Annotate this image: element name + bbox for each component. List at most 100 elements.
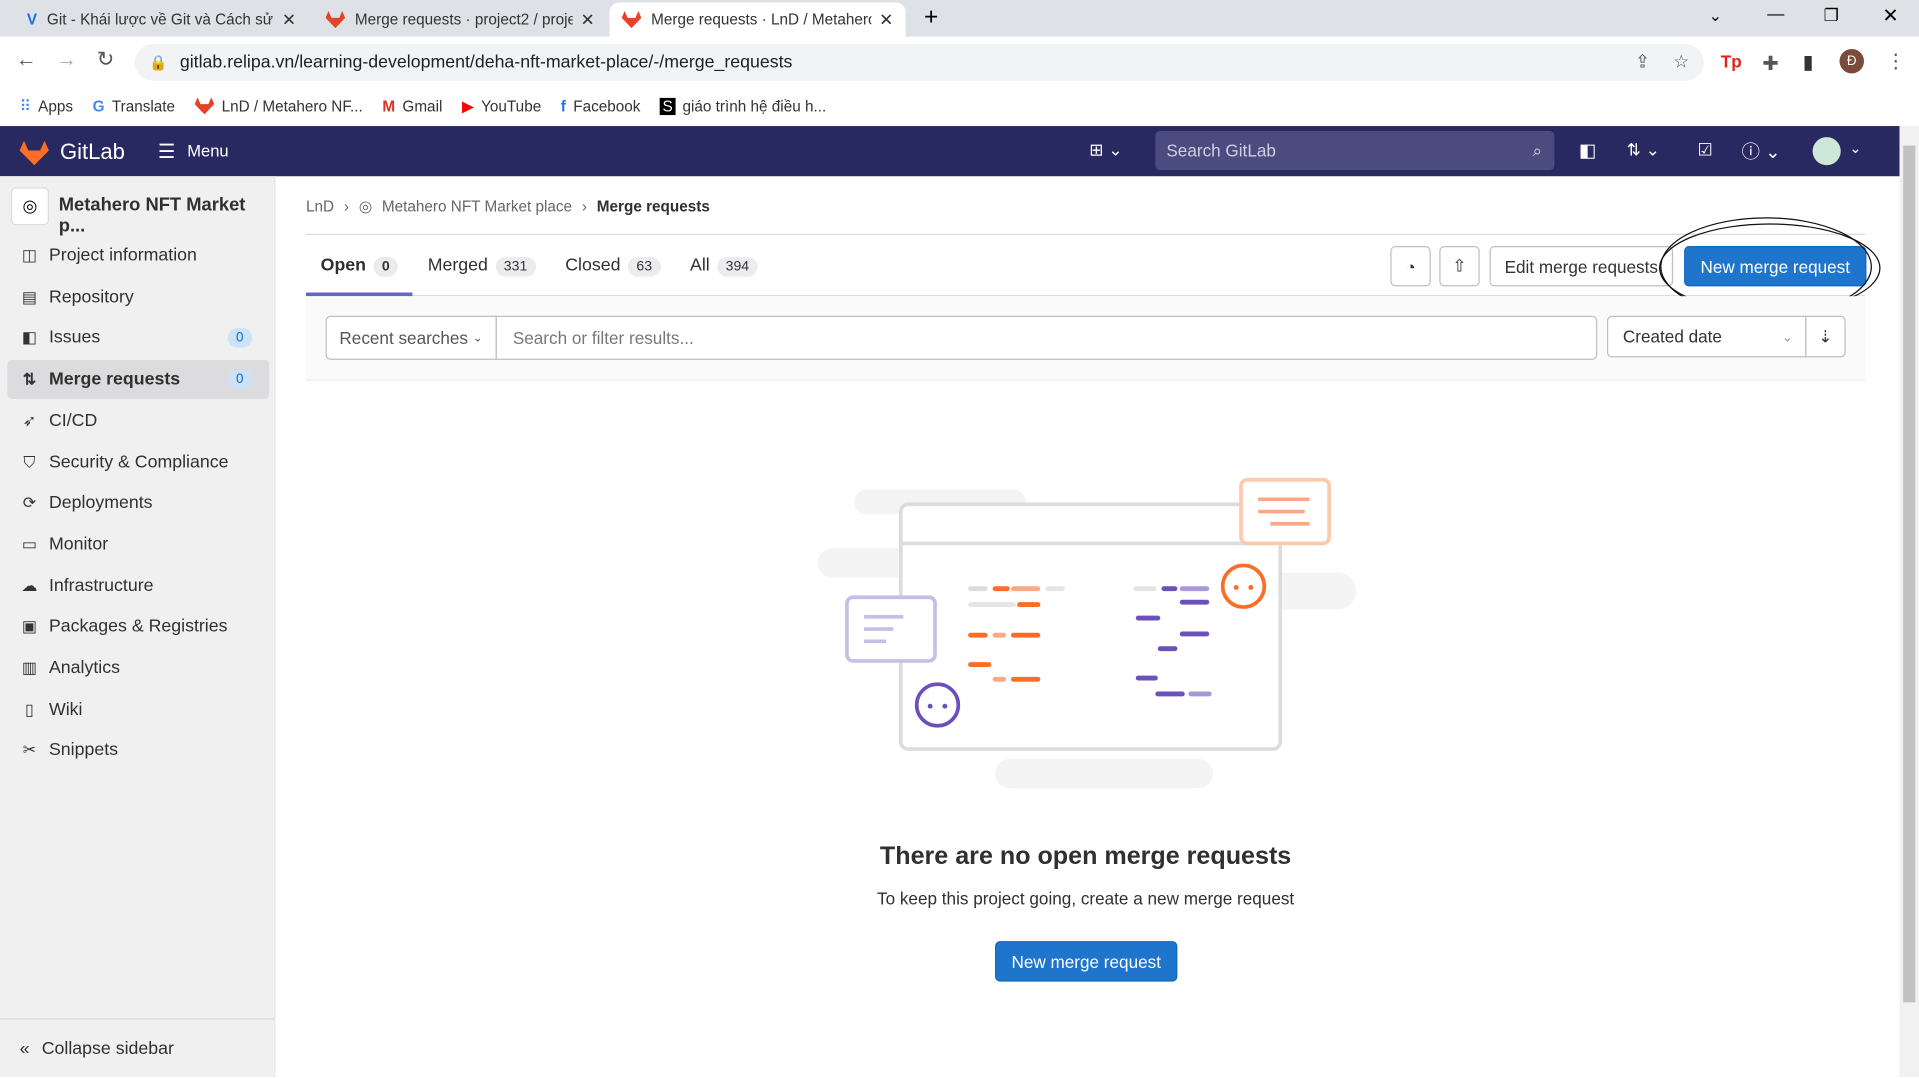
- sort-direction-button[interactable]: ⇣: [1805, 315, 1846, 358]
- empty-new-merge-request-button[interactable]: New merge request: [995, 941, 1178, 982]
- close-icon[interactable]: ✕: [879, 9, 893, 30]
- tab-search-icon[interactable]: ⌄: [1709, 6, 1722, 26]
- window-close-icon[interactable]: ✕: [1882, 4, 1898, 28]
- count-badge: 0: [227, 328, 253, 349]
- close-icon[interactable]: ✕: [282, 9, 296, 30]
- apps-grid-icon: ⠿: [19, 97, 31, 116]
- menu-button[interactable]: Menu: [187, 142, 228, 160]
- share-icon[interactable]: ⇪: [1635, 53, 1650, 73]
- search-gitlab-input[interactable]: Search GitLab ⌕: [1155, 130, 1555, 171]
- close-icon[interactable]: ✕: [580, 9, 594, 30]
- merge-requests-icon[interactable]: ⇅ ⌄: [1627, 140, 1660, 161]
- chevron-down-icon[interactable]: ⌄: [1849, 140, 1861, 157]
- create-new-icon[interactable]: ⊞ ⌄: [1089, 140, 1122, 161]
- scrollbar[interactable]: [1899, 126, 1919, 1078]
- kebab-menu-icon[interactable]: ⋮: [1886, 49, 1906, 73]
- breadcrumb-lnd[interactable]: LnD: [306, 198, 334, 215]
- sidebar-item-issues[interactable]: ◧ Issues 0: [7, 319, 269, 358]
- sidebar-item-security-compliance[interactable]: ⛉ Security & Compliance: [7, 442, 269, 481]
- breadcrumb: LnD › ◎ Metahero NFT Market place › Merge r…: [305, 197, 710, 216]
- translate-icon: G: [92, 97, 105, 115]
- reload-icon[interactable]: ↻: [97, 48, 114, 72]
- back-icon[interactable]: ←: [16, 48, 37, 72]
- issues-icon: ◧: [21, 328, 37, 347]
- sort-icon: ⇣: [1818, 326, 1833, 346]
- star-icon[interactable]: ☆: [1673, 53, 1689, 73]
- side-panel-icon[interactable]: ▮: [1803, 50, 1814, 74]
- breadcrumb-current[interactable]: Merge requests: [597, 198, 710, 215]
- hamburger-icon[interactable]: ☰: [158, 140, 176, 164]
- new-tab-icon[interactable]: +: [924, 4, 938, 32]
- export-button[interactable]: ⇧: [1439, 246, 1480, 287]
- bookmark-apps[interactable]: ⠿ Apps: [20, 97, 73, 115]
- chevron-double-left-icon: «: [19, 1039, 30, 1059]
- forward-icon[interactable]: →: [56, 48, 77, 72]
- bookmark-youtube[interactable]: ▶ YouTube: [462, 97, 541, 115]
- tab-closed[interactable]: Closed 63: [565, 256, 661, 277]
- sidebar-item-repository[interactable]: ▤ Repository: [7, 277, 269, 316]
- tab-all[interactable]: All 394: [690, 256, 758, 277]
- sidebar-item-deployments[interactable]: ⟳ Deployments: [7, 484, 269, 523]
- empty-state-title: There are no open merge requests: [879, 842, 1292, 871]
- monitor-icon: ▭: [21, 534, 37, 554]
- deploy-icon: ⟳: [22, 493, 37, 512]
- chart-icon: ▥: [21, 658, 37, 677]
- browser-tab[interactable]: V Git - Khái lược về Git và Cách sử d ✕: [15, 2, 309, 36]
- project-name[interactable]: Metahero NFT Market p...: [59, 195, 274, 237]
- puzzle-icon[interactable]: ✚: [1762, 51, 1778, 75]
- sidebar-item-snippets[interactable]: ✂ Snippets: [7, 731, 269, 770]
- user-avatar[interactable]: [1812, 137, 1841, 166]
- sidebar-item-packages-registries[interactable]: ▣ Packages & Registries: [7, 607, 269, 646]
- rss-icon: ◔: [1405, 256, 1416, 276]
- gitlab-logo-icon[interactable]: [19, 140, 49, 166]
- todo-icon[interactable]: ☑: [1698, 140, 1713, 161]
- empty-state-illustration: [817, 477, 1357, 789]
- rss-button[interactable]: ◔: [1390, 246, 1431, 287]
- bookmark-lnd[interactable]: LnD / Metahero NF...: [194, 97, 363, 115]
- tab-merged[interactable]: Merged 331: [428, 256, 536, 277]
- collapse-sidebar-button[interactable]: «Collapse sidebar: [0, 1018, 275, 1078]
- sidebar-item-merge-requests[interactable]: ⇅ Merge requests 0: [7, 359, 270, 400]
- browser-tab-active[interactable]: Merge requests · LnD / Metahero ✕: [609, 2, 906, 37]
- chevron-down-icon: ⌄: [1781, 329, 1794, 345]
- package-icon: ▣: [21, 617, 37, 636]
- minimize-icon[interactable]: —: [1767, 4, 1784, 24]
- sort-dropdown[interactable]: Created date ⌄: [1606, 315, 1807, 358]
- bookmark-giao-trinh[interactable]: Sgiáo trình hệ điều h...: [660, 97, 826, 115]
- issues-icon[interactable]: ◧: [1579, 140, 1596, 162]
- browser-tab[interactable]: Merge requests · project2 / proje ✕: [313, 2, 607, 36]
- sidebar-item-analytics[interactable]: ▥ Analytics: [7, 649, 269, 688]
- tab-open[interactable]: Open 0: [321, 256, 399, 277]
- search-icon: ⌕: [1532, 140, 1543, 160]
- bookmark-translate[interactable]: G Translate: [93, 97, 175, 114]
- sidebar-item-wiki[interactable]: ▯ Wiki: [7, 690, 269, 729]
- url-input[interactable]: 🔒 gitlab.relipa.vn/learning-development/d…: [134, 44, 1704, 81]
- profile-avatar[interactable]: Đ: [1839, 48, 1864, 74]
- search-filter-input[interactable]: Search or filter results...: [495, 315, 1598, 360]
- tab-favicon-icon: V: [26, 11, 38, 29]
- bookmark-facebook[interactable]: f Facebook: [561, 97, 641, 114]
- sidebar-item-infrastructure[interactable]: ☁ Infrastructure: [7, 566, 269, 605]
- recent-searches-dropdown[interactable]: Recent searches ⌄: [325, 315, 497, 360]
- breadcrumb-project[interactable]: Metahero NFT Market place: [382, 198, 572, 215]
- cloud-icon: ☁: [21, 575, 38, 595]
- restore-icon[interactable]: ❐: [1824, 5, 1839, 26]
- help-icon[interactable]: ⓘ ⌄: [1742, 138, 1781, 164]
- info-icon: ◫: [21, 246, 37, 265]
- scissors-icon: ✂: [22, 740, 37, 760]
- sidebar-item-monitor[interactable]: ▭ Monitor: [7, 525, 269, 564]
- gmail-icon: M: [382, 97, 396, 115]
- count-badge: 0: [227, 369, 253, 390]
- project-avatar[interactable]: ◎: [11, 187, 49, 226]
- brand[interactable]: GitLab: [60, 140, 125, 166]
- rocket-icon: ➶: [22, 410, 37, 430]
- gitlab-icon: [194, 97, 215, 115]
- sidebar-item-ci-cd[interactable]: ➶ CI/CD: [7, 401, 269, 440]
- sidebar-item-project-information[interactable]: ◫ Project information: [7, 236, 269, 275]
- facebook-icon: f: [560, 97, 566, 115]
- edit-merge-requests-button[interactable]: Edit merge requests: [1489, 246, 1674, 287]
- extension-icon[interactable]: Tp: [1721, 51, 1742, 71]
- project-icon: ◎: [358, 198, 373, 216]
- bookmark-gmail[interactable]: M Gmail: [382, 97, 442, 114]
- merge-icon: ⇅: [22, 369, 37, 389]
